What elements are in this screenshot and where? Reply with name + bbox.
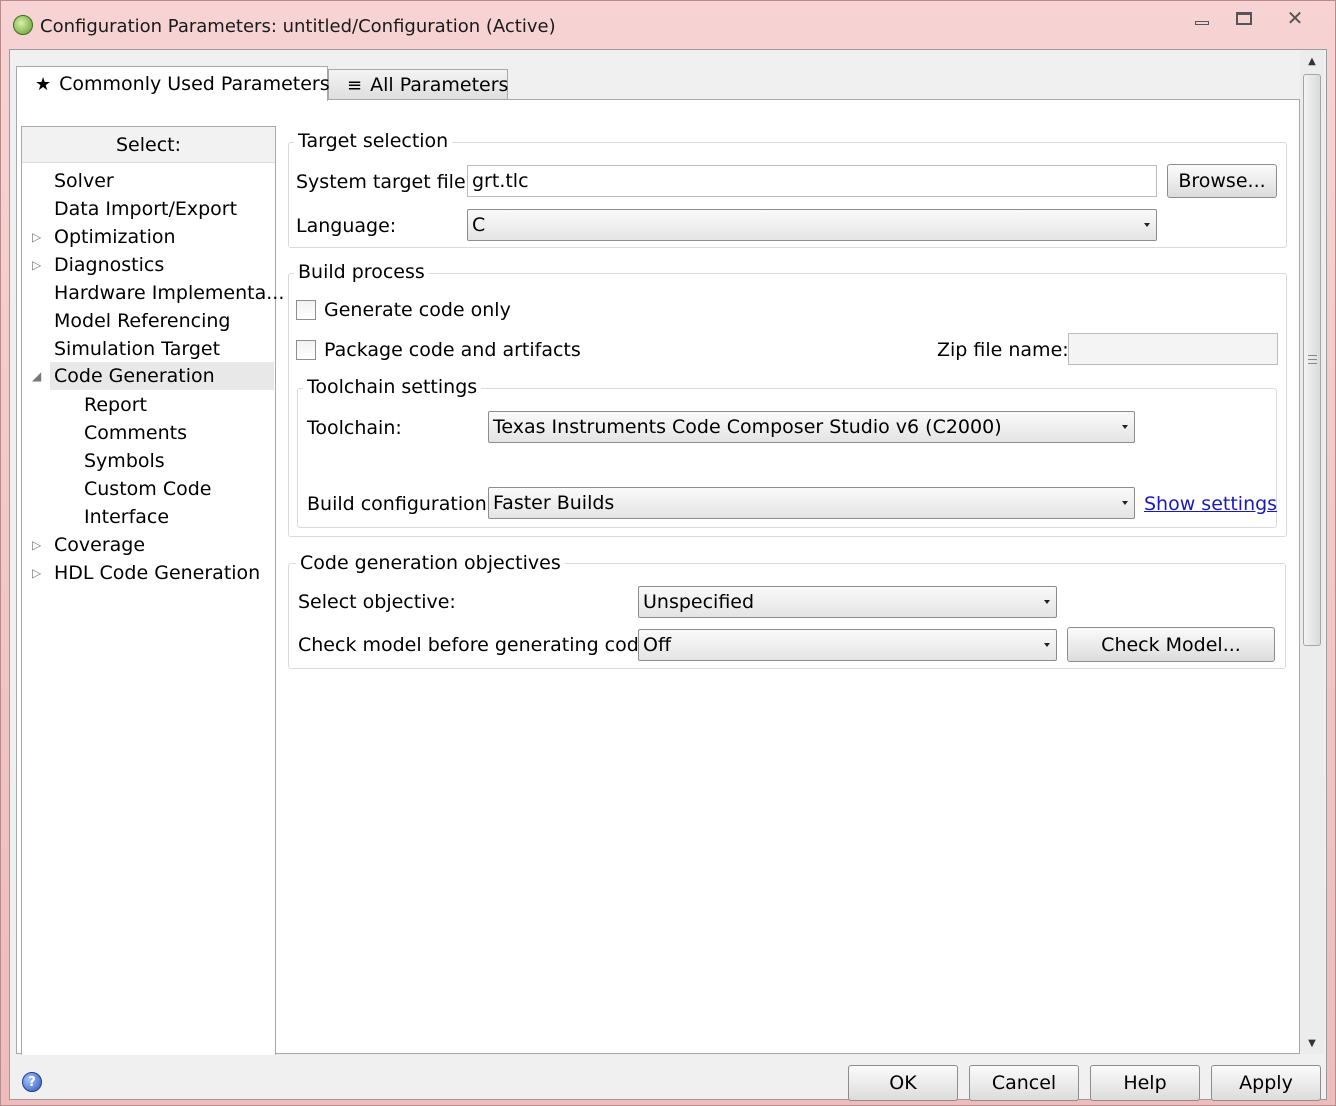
ok-button[interactable]: OK: [848, 1065, 958, 1101]
expand-arrow-icon[interactable]: ▷: [32, 251, 41, 279]
star-icon: ★: [35, 73, 52, 95]
apply-button[interactable]: Apply: [1211, 1065, 1321, 1101]
scroll-up-icon[interactable]: ▲: [1300, 50, 1324, 72]
toolchain-settings-title: Toolchain settings: [303, 376, 482, 398]
toolchain-select[interactable]: Texas Instruments Code Composer Studio v…: [488, 411, 1135, 443]
package-code-label: Package code and artifacts: [324, 339, 581, 361]
tab-commonly-used-parameters[interactable]: ★ Commonly Used Parameters: [16, 66, 330, 101]
check-model-label: Check model before generating code:: [298, 634, 657, 656]
tree-header: Select:: [22, 127, 275, 163]
tree-item-report[interactable]: Report: [84, 391, 147, 419]
select-objective-value: Unspecified: [643, 591, 755, 613]
title-bar[interactable]: Configuration Parameters: untitled/Confi…: [1, 1, 1335, 49]
select-objective-label: Select objective:: [298, 591, 456, 613]
tree-item-coverage[interactable]: Coverage: [54, 531, 145, 559]
tree-item-diagnostics[interactable]: Diagnostics: [54, 251, 164, 279]
tab-label: Commonly Used Parameters: [59, 73, 330, 95]
expand-arrow-icon[interactable]: ▷: [32, 223, 41, 251]
package-code-checkbox[interactable]: [296, 340, 316, 360]
tree-item-custom-code[interactable]: Custom Code: [84, 475, 211, 503]
build-config-select[interactable]: Faster Builds: [488, 487, 1135, 519]
check-model-value: Off: [643, 634, 672, 656]
chevron-down-icon: [1044, 600, 1050, 604]
simulink-config-icon: [13, 15, 33, 35]
grip-icon: [1308, 355, 1317, 364]
tree-item-model-referencing[interactable]: Model Referencing: [54, 307, 230, 335]
close-button[interactable]: ✕: [1265, 6, 1325, 30]
maximize-button[interactable]: [1223, 6, 1265, 30]
expand-arrow-icon[interactable]: ▷: [32, 531, 41, 559]
collapse-arrow-icon[interactable]: ◢: [32, 362, 41, 390]
tree-item-hdl-code-generation[interactable]: HDL Code Generation: [54, 559, 260, 587]
build-config-label: Build configuration:: [307, 493, 494, 515]
tree-item-hardware-implementation[interactable]: Hardware Implementa...: [54, 279, 284, 307]
scroll-thumb[interactable]: [1303, 74, 1321, 646]
build-config-value: Faster Builds: [493, 492, 615, 514]
system-target-label: System target file:: [296, 171, 473, 193]
check-model-button[interactable]: Check Model...: [1067, 627, 1275, 662]
language-select[interactable]: C: [467, 209, 1157, 241]
tab-panel: Select: Solver Data Import/Export ▷ Opti…: [16, 99, 1300, 1055]
toolchain-value: Texas Instruments Code Composer Studio v…: [493, 416, 1002, 438]
chevron-down-icon: [1144, 223, 1150, 227]
config-params-window: Configuration Parameters: untitled/Confi…: [0, 0, 1336, 1106]
build-process-title: Build process: [294, 261, 429, 283]
tree-item-comments[interactable]: Comments: [84, 419, 187, 447]
minimize-button[interactable]: [1181, 6, 1223, 30]
show-settings-link[interactable]: Show settings: [1144, 493, 1277, 515]
minimize-icon: [1195, 21, 1209, 25]
language-value: C: [472, 214, 486, 236]
chevron-down-icon: [1122, 425, 1128, 429]
target-selection-title: Target selection: [294, 130, 453, 152]
help-button[interactable]: Help: [1090, 1065, 1200, 1101]
cancel-button[interactable]: Cancel: [969, 1065, 1079, 1101]
window-title: Configuration Parameters: untitled/Confi…: [40, 16, 556, 37]
close-icon: ✕: [1286, 6, 1304, 30]
generate-code-only-checkbox[interactable]: [296, 300, 316, 320]
tab-all-parameters[interactable]: ≡ All Parameters: [328, 69, 508, 100]
tree-item-interface[interactable]: Interface: [84, 503, 169, 531]
dialog-client-area: ★ Commonly Used Parameters ≡ All Paramet…: [9, 49, 1327, 1101]
tree-item-simulation-target[interactable]: Simulation Target: [54, 335, 220, 363]
tree-item-data-import-export[interactable]: Data Import/Export: [54, 195, 237, 223]
select-objective-select[interactable]: Unspecified: [638, 586, 1057, 618]
toolchain-label: Toolchain:: [307, 417, 402, 439]
list-icon: ≡: [347, 74, 363, 96]
zip-file-input[interactable]: [1068, 333, 1278, 365]
tree-item-code-generation[interactable]: Code Generation: [50, 362, 274, 390]
tree-item-optimization[interactable]: Optimization: [54, 223, 176, 251]
system-target-input[interactable]: grt.tlc: [467, 165, 1157, 197]
generate-code-only-label: Generate code only: [324, 299, 511, 321]
tree-item-solver[interactable]: Solver: [54, 167, 114, 195]
expand-arrow-icon[interactable]: ▷: [32, 559, 41, 587]
help-icon[interactable]: ?: [22, 1072, 42, 1092]
maximize-icon: [1236, 11, 1252, 25]
vertical-scrollbar[interactable]: ▲ ▼: [1300, 50, 1324, 1054]
tab-label: All Parameters: [370, 74, 509, 96]
chevron-down-icon: [1122, 501, 1128, 505]
scroll-down-icon[interactable]: ▼: [1300, 1032, 1324, 1054]
window-controls: ✕: [1181, 6, 1325, 30]
zip-file-label: Zip file name:: [937, 339, 1069, 361]
category-tree: Select: Solver Data Import/Export ▷ Opti…: [21, 126, 284, 1055]
tree-item-symbols[interactable]: Symbols: [84, 447, 165, 475]
language-label: Language:: [296, 215, 397, 237]
browse-button[interactable]: Browse...: [1167, 164, 1277, 198]
objectives-title: Code generation objectives: [296, 552, 565, 574]
chevron-down-icon: [1044, 643, 1050, 647]
check-model-select[interactable]: Off: [638, 629, 1057, 661]
